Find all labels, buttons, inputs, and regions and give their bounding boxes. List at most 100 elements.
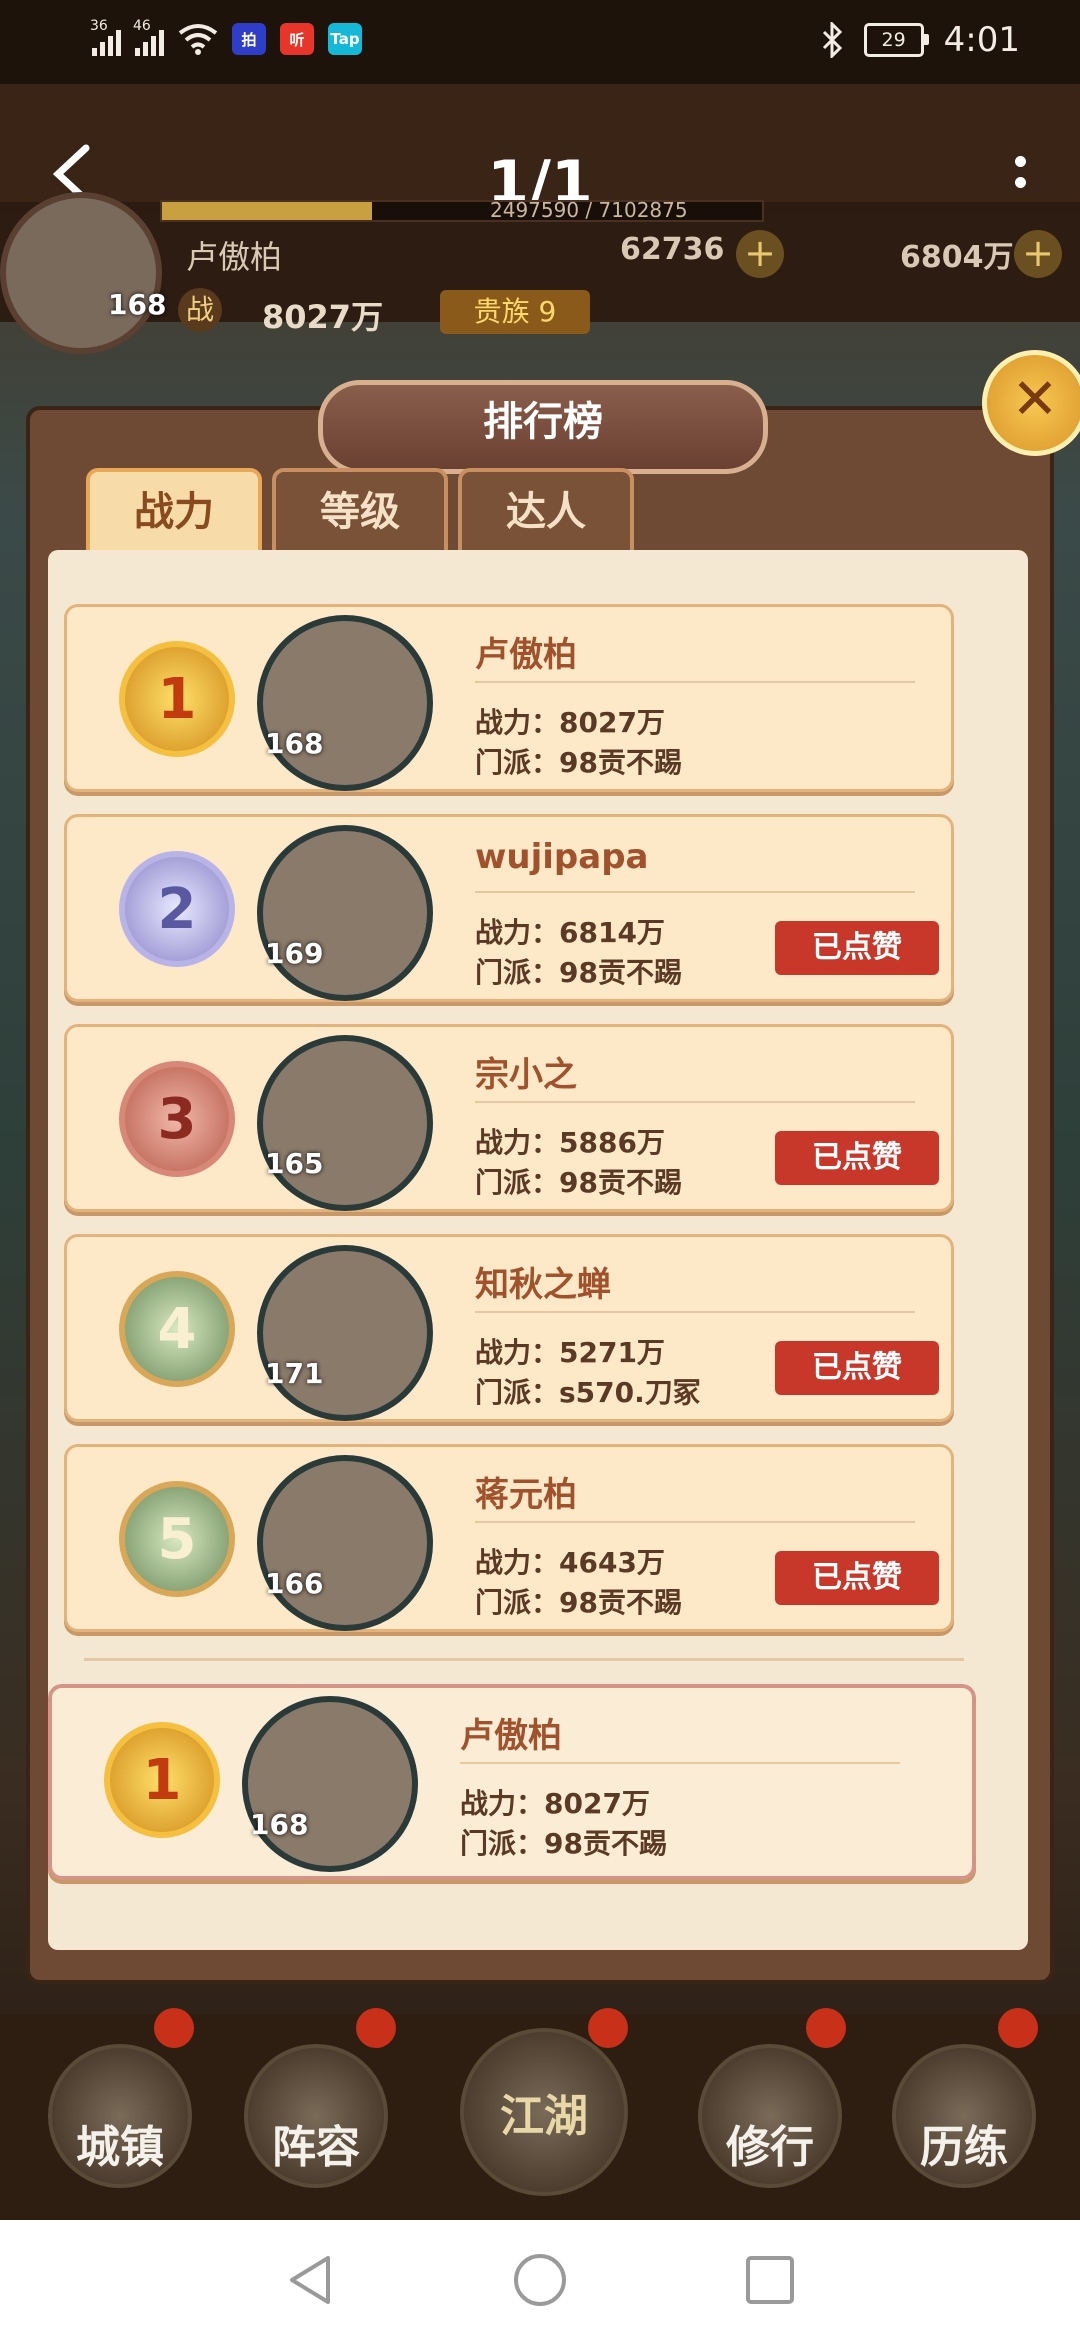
avatar <box>257 1455 433 1631</box>
nav-cultivate[interactable]: 修行 <box>698 2044 842 2188</box>
tab-power[interactable]: 战力 <box>86 468 262 556</box>
avatar <box>257 615 433 791</box>
signal-label: 36 <box>90 18 108 34</box>
avatar <box>257 1035 433 1211</box>
divider <box>475 891 915 893</box>
nav-town[interactable]: 城镇 <box>48 2044 192 2188</box>
bluetooth-icon <box>822 22 842 58</box>
power-text: 战力：4643万 <box>475 1546 665 1579</box>
notification-dot <box>588 2008 628 2048</box>
nav-jianghu[interactable]: 江湖 <box>460 2028 628 2196</box>
avatar <box>257 1245 433 1421</box>
avatar-level: 166 <box>265 1567 324 1600</box>
clock: 4:01 <box>943 20 1020 60</box>
avatar-level: 171 <box>265 1357 324 1390</box>
status-right: 29 4:01 <box>820 20 1020 60</box>
more-menu-button[interactable] <box>1000 150 1040 210</box>
close-button[interactable]: ✕ <box>982 350 1080 456</box>
rank-medal-icon: 5 <box>119 1481 235 1597</box>
player-name: 知秋之蝉 <box>475 1265 611 1305</box>
divider <box>475 1311 915 1313</box>
player-name: 宗小之 <box>475 1055 577 1095</box>
rank-row[interactable]: 4 171 知秋之蝉战力：5271万门派：s570.刀冢 已点赞 <box>64 1234 954 1422</box>
avatar <box>257 825 433 1001</box>
sect-text: 门派：98贡不踢 <box>460 1827 667 1860</box>
rank-medal-icon: 1 <box>119 641 235 757</box>
dot-icon <box>1014 156 1026 167</box>
avatar-level: 168 <box>250 1808 309 1841</box>
nav-training[interactable]: 历练 <box>892 2044 1036 2188</box>
add-silver-button[interactable]: + <box>1014 230 1062 278</box>
home-circle-icon[interactable] <box>510 2250 570 2310</box>
my-rank-card[interactable]: 1 168 卢傲柏 战力：8027万 门派：98贡不踢 <box>48 1684 976 1880</box>
player-name: 卢傲柏 <box>475 635 577 675</box>
avatar-level: 165 <box>265 1147 324 1180</box>
signal-strength-icon: 46 <box>133 18 164 56</box>
silver-amount: 6804万 <box>900 240 1014 275</box>
liked-button[interactable]: 已点赞 <box>775 1131 939 1185</box>
power-text: 战力：5271万 <box>475 1336 665 1369</box>
notification-dot <box>356 2008 396 2048</box>
sect-text: 门派：98贡不踢 <box>475 746 682 779</box>
player-name: 卢傲柏 <box>460 1716 562 1756</box>
taptap-app-icon: Tap <box>328 23 362 55</box>
rank-medal-icon: 4 <box>119 1271 235 1387</box>
notification-dot <box>806 2008 846 2048</box>
tab-expert[interactable]: 达人 <box>458 468 634 556</box>
sect-text: 门派：98贡不踢 <box>475 956 682 989</box>
game-screen: 1/1 2497590 / 7102875 168 卢傲柏 战 8027万 贵族… <box>0 84 1080 2220</box>
exp-text: 2497590 / 7102875 <box>490 198 688 222</box>
notification-dot <box>154 2008 194 2048</box>
rank-row[interactable]: 2 169 wujipapa 战力：6814万 门派：98贡不踢 已点赞 <box>64 814 954 1002</box>
tab-level[interactable]: 等级 <box>272 468 448 556</box>
nav-lineup[interactable]: 阵容 <box>244 2044 388 2188</box>
liked-button[interactable]: 已点赞 <box>775 921 939 975</box>
rank-medal-icon: 2 <box>119 851 235 967</box>
baidu-app-icon: 拍 <box>232 23 266 55</box>
panel-title: 排行榜 <box>318 380 768 474</box>
power-text: 战力：5886万 <box>475 1126 665 1159</box>
sect-text: 门派：98贡不踢 <box>475 1166 682 1199</box>
rank-medal-icon: 3 <box>119 1061 235 1177</box>
player-name: 卢傲柏 <box>186 238 283 276</box>
divider <box>475 1521 915 1523</box>
rank-row[interactable]: 3 165 宗小之战力：5886万 门派：98贡不踢 已点赞 <box>64 1024 954 1212</box>
avatar-level: 168 <box>265 727 324 760</box>
player-power: 8027万 <box>262 298 384 336</box>
close-icon: ✕ <box>1011 367 1059 432</box>
power-icon: 战 <box>178 288 222 332</box>
signal-label: 46 <box>133 18 151 34</box>
recents-square-icon[interactable] <box>740 2250 800 2310</box>
back-triangle-icon[interactable] <box>280 2250 340 2310</box>
rank-row[interactable]: 1 168 卢傲柏战力：8027万 门派：98贡不踢 <box>64 604 954 792</box>
vip-badge[interactable]: 贵族 9 <box>440 290 590 334</box>
notification-dot <box>998 2008 1038 2048</box>
player-name: wujipapa <box>475 837 649 877</box>
avatar <box>242 1696 418 1872</box>
player-level: 168 <box>108 288 167 321</box>
gold-amount: 62736 <box>620 232 725 267</box>
player-info-bar: 2497590 / 7102875 168 卢傲柏 战 8027万 贵族 9 6… <box>0 192 1080 354</box>
player-avatar[interactable] <box>0 192 162 354</box>
exp-fill <box>162 202 372 220</box>
status-bar: 36 46 拍 听 Tap 29 4:01 <box>0 0 1080 84</box>
divider <box>460 1762 900 1764</box>
player-name: 蒋元柏 <box>475 1475 577 1515</box>
power-text: 战力：8027万 <box>475 706 665 739</box>
status-left: 36 46 拍 听 Tap <box>90 18 362 56</box>
list-divider <box>84 1658 964 1661</box>
divider <box>475 681 915 683</box>
sect-text: 门派：s570.刀冢 <box>475 1376 701 1409</box>
rank-medal-icon: 1 <box>104 1722 220 1838</box>
liked-button[interactable]: 已点赞 <box>775 1551 939 1605</box>
dot-icon <box>1014 177 1026 188</box>
add-gold-button[interactable]: + <box>736 230 784 278</box>
avatar-level: 169 <box>265 937 324 970</box>
divider <box>475 1101 915 1103</box>
liked-button[interactable]: 已点赞 <box>775 1341 939 1395</box>
rank-row[interactable]: 5 166 蒋元柏 战力：4643万 门派：98贡不踢 已点赞 <box>64 1444 954 1632</box>
listen-app-icon: 听 <box>280 23 314 55</box>
wifi-icon <box>178 24 218 55</box>
battery-icon: 29 <box>863 23 929 57</box>
power-text: 战力：6814万 <box>475 916 665 949</box>
